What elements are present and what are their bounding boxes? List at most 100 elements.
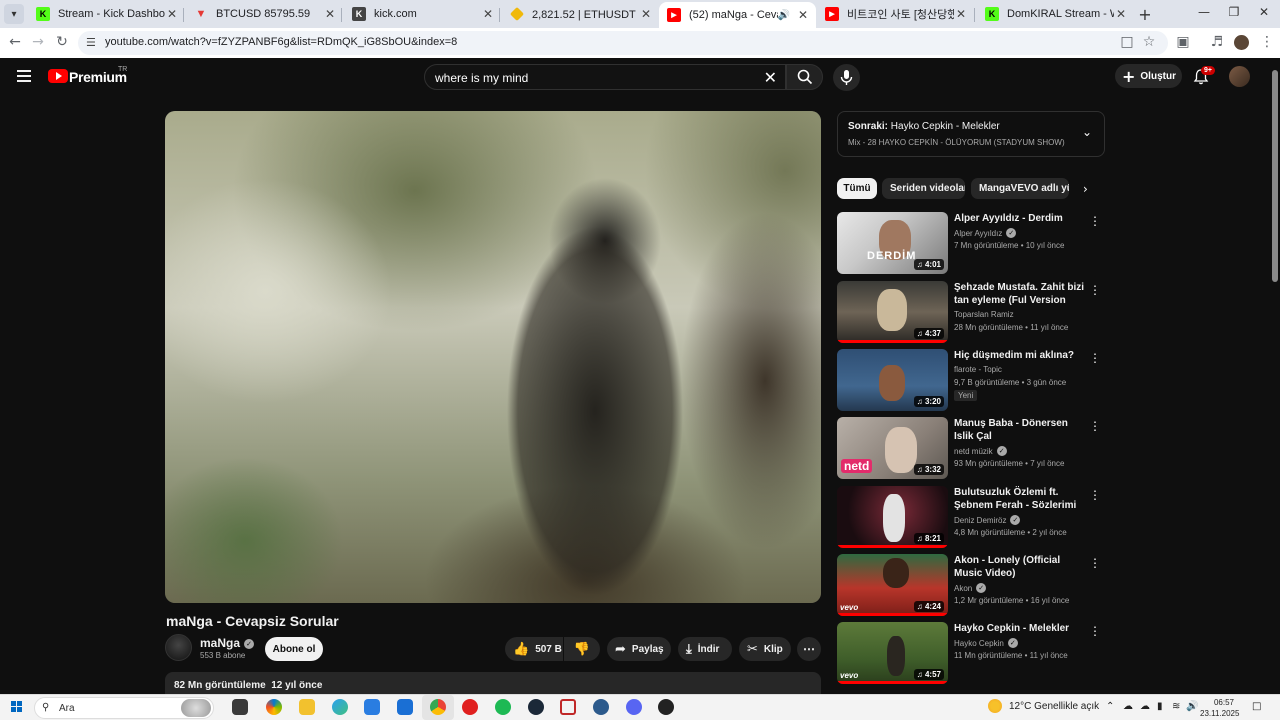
video-thumbnail[interactable]: ♫ 4:37 (837, 281, 948, 343)
recommendation-channel[interactable]: Alper Ayyıldız ✓ (954, 228, 1017, 238)
recommendation-item[interactable]: ♫ 8:21 Bulutsuzluk Özlemi ft. Şebnem Fer… (837, 486, 1105, 550)
chrome-icon[interactable] (430, 699, 446, 715)
clear-search-icon[interactable]: ✕ (764, 68, 777, 87)
window-close-button[interactable]: ✕ (1256, 5, 1272, 19)
recommendation-item[interactable]: vevo ♫ 4:57 Hayko Cepkin - Melekler Hayk… (837, 622, 1105, 686)
task-view-icon[interactable] (232, 699, 248, 715)
menu-kebab-icon[interactable]: ⋮ (1258, 34, 1276, 50)
obs-icon[interactable] (658, 699, 674, 715)
discord-icon[interactable] (626, 699, 642, 715)
opera-icon[interactable] (462, 699, 478, 715)
weather-sun-icon[interactable] (988, 699, 1002, 713)
close-tab-icon[interactable]: ✕ (481, 7, 495, 21)
more-options-icon[interactable]: ⋮ (1089, 283, 1101, 297)
forward-icon[interactable]: → (29, 34, 47, 50)
up-next-mix-panel[interactable]: Sonraki: Hayko Cepkin - Melekler Mix - 2… (837, 111, 1105, 157)
close-tab-icon[interactable]: ✕ (639, 7, 653, 21)
recommendation-channel[interactable]: Akon ✓ (954, 583, 987, 593)
mail-icon[interactable] (397, 699, 413, 715)
tab-youtube-manga[interactable]: ▶ (52) maNga - Cevapsiz Sor 🔊 ✕ (659, 2, 816, 28)
close-tab-icon[interactable]: ✕ (954, 7, 968, 21)
url-text[interactable]: youtube.com/watch?v=fZYZPANBF6g&list=RDm… (105, 36, 457, 48)
dislike-button[interactable]: 👎 (564, 637, 600, 661)
channel-text[interactable]: Alper Ayyıldız (954, 229, 1002, 238)
close-tab-icon[interactable]: ✕ (323, 7, 337, 21)
video-thumbnail[interactable]: vevo ♫ 4:57 (837, 622, 948, 684)
spotify-icon[interactable] (495, 699, 511, 715)
tab-youtube-bitcoin[interactable]: ▶ 비트코인 사토 [청산당했나구요 ✕ (817, 2, 974, 26)
recommendation-title[interactable]: Hayko Cepkin - Melekler (954, 622, 1089, 635)
reload-icon[interactable]: ↻ (53, 34, 71, 50)
more-actions-button[interactable]: ⋯ (797, 637, 821, 661)
recommendation-title[interactable]: Şehzade Mustafa. Zahit bizi tan eyleme (… (954, 281, 1089, 308)
subscribe-button[interactable]: Abone ol (265, 637, 323, 661)
channel-text[interactable]: Hayko Cepkin (954, 639, 1004, 648)
tab-ethusdt[interactable]: 2,821.52 | ETHUSDT USDⓈ-Ma ✕ (502, 2, 659, 26)
tab-btcusd[interactable]: ▼ BTCUSD 85795.59 ✕ (186, 2, 343, 26)
recommendation-item[interactable]: vevo ♫ 4:24 Akon - Lonely (Official Musi… (837, 554, 1105, 618)
onedrive-icon[interactable]: ☁ (1123, 701, 1133, 712)
speaker-icon[interactable]: 🔊 (778, 10, 790, 21)
recommendation-item[interactable]: ♫ 4:37 Şehzade Mustafa. Zahit bizi tan e… (837, 281, 1105, 345)
more-options-icon[interactable]: ⋮ (1089, 624, 1101, 638)
search-query-text[interactable]: where is my mind (435, 71, 528, 85)
back-icon[interactable]: ← (6, 34, 24, 50)
tab-kick-dashboard[interactable]: K Stream - Kick Dashboard ✕ (28, 2, 185, 26)
video-thumbnail[interactable]: netd ♫ 3:32 (837, 417, 948, 479)
share-button[interactable]: ➦ Paylaş (607, 637, 671, 661)
close-tab-icon[interactable]: ✕ (1114, 7, 1128, 21)
profile-avatar[interactable] (1234, 35, 1249, 50)
recommendation-title[interactable]: Hiç düşmedim mi aklına? (954, 349, 1089, 362)
more-options-icon[interactable]: ⋮ (1089, 351, 1101, 365)
tab-domkiral-stream[interactable]: K DomKIRAL Stream - Watch Live ✕ (977, 2, 1134, 26)
address-bar[interactable]: ☰ youtube.com/watch?v=fZYZPANBF6g&list=R… (78, 31, 1168, 55)
clip-button[interactable]: ✂ Klip (739, 637, 791, 661)
chevron-right-icon[interactable]: › (1083, 182, 1088, 196)
video-player[interactable] (165, 111, 821, 603)
wifi-icon[interactable]: ≋ (1172, 701, 1180, 712)
app-icon[interactable] (593, 699, 609, 715)
media-control-icon[interactable]: ♬ (1208, 34, 1226, 50)
recommendation-item[interactable]: ♫ 3:20 Hiç düşmedim mi aklına? flarote -… (837, 349, 1105, 413)
channel-text[interactable]: Akon (954, 584, 972, 593)
recommendation-item[interactable]: DERDİM ♫ 4:01 Alper Ayyıldız - Derdim Al… (837, 212, 1105, 276)
extensions-icon[interactable]: ▣ (1174, 34, 1192, 50)
voice-search-button[interactable] (833, 64, 860, 91)
recommendation-title[interactable]: Akon - Lonely (Official Music Video) (954, 554, 1089, 580)
page-scrollbar-thumb[interactable] (1272, 70, 1278, 282)
channel-text[interactable]: Deniz Demiröz (954, 516, 1006, 525)
like-button[interactable]: 👍 507 B (505, 637, 563, 661)
download-button[interactable]: ⤓ İndir (678, 637, 732, 661)
recommendation-channel[interactable]: flarote - Topic (954, 365, 1002, 374)
tab-search-button[interactable]: ▾ (4, 4, 24, 24)
taskbar-search-box[interactable]: ⚲ Ara (34, 697, 214, 719)
minimize-button[interactable]: — (1196, 5, 1212, 19)
video-thumbnail[interactable]: ♫ 3:20 (837, 349, 948, 411)
windows-start-icon[interactable] (11, 701, 23, 713)
chevron-down-icon[interactable]: ⌄ (1082, 125, 1092, 139)
youtube-logo-icon[interactable] (48, 69, 68, 83)
notification-center-icon[interactable]: □ (1252, 701, 1261, 712)
video-thumbnail[interactable]: ♫ 8:21 (837, 486, 948, 548)
network-icon[interactable]: ☁ (1140, 701, 1150, 712)
hamburger-menu-icon[interactable] (17, 70, 31, 85)
channel-name[interactable]: maNga ✓ (200, 636, 255, 650)
video-thumbnail[interactable]: vevo ♫ 4:24 (837, 554, 948, 616)
restore-button[interactable]: ❐ (1226, 5, 1242, 19)
steam-icon[interactable] (528, 699, 544, 715)
more-options-icon[interactable]: ⋮ (1089, 214, 1101, 228)
tab-kick-com[interactable]: K kick.com ✕ (344, 2, 501, 26)
description-box[interactable]: 82 Mn görüntüleme 12 yıl önce (165, 672, 821, 696)
recommendation-title[interactable]: Manuş Baba - Dönersen Islik Çal (954, 417, 1089, 443)
chevron-up-icon[interactable]: ⌃ (1106, 701, 1114, 712)
store-icon[interactable] (364, 699, 380, 715)
edge-icon[interactable] (332, 699, 348, 715)
file-explorer-icon[interactable] (299, 699, 315, 715)
copilot-icon[interactable] (266, 699, 282, 715)
install-app-icon[interactable]: □ (1118, 34, 1136, 50)
volume-icon[interactable]: 🔊 (1186, 701, 1198, 712)
microphone-tray-icon[interactable]: ▮ (1157, 701, 1163, 712)
create-button[interactable]: + Oluştur (1115, 64, 1182, 88)
recommendation-channel[interactable]: Hayko Cepkin ✓ (954, 638, 1018, 648)
bookmark-star-icon[interactable]: ☆ (1140, 34, 1158, 50)
